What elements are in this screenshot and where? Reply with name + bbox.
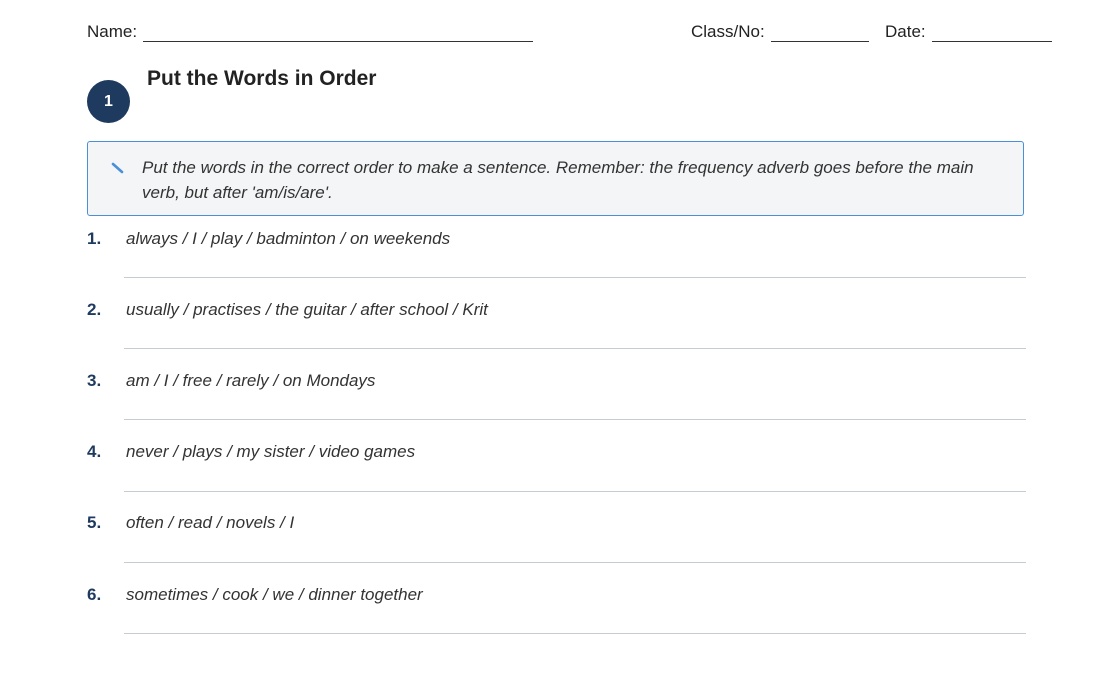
answer-line[interactable] [124,562,1026,563]
item-prompt: always / I / play / badminton / on weeke… [126,229,451,248]
answer-line[interactable] [124,419,1026,420]
answer-line[interactable] [124,491,1026,492]
date-field[interactable]: Date: [885,22,1052,42]
item-number: 3. [87,371,102,390]
answer-line[interactable] [124,348,1026,349]
item-number: 5. [87,513,102,532]
name-field[interactable]: Name: [87,22,534,42]
item-number: 4. [87,442,102,461]
date-label: Date: [885,22,926,41]
class-field[interactable]: Class/No: [691,22,869,42]
section-number-badge: 1 [87,80,130,123]
item-prompt: often / read / novels / I [126,513,295,532]
worksheet-header: Name: Class/No: Date: [87,22,1055,44]
item-prompt: usually / practises / the guitar / after… [126,300,488,319]
item-number: 2. [87,300,102,319]
item-number: 6. [87,585,102,604]
answer-line[interactable] [124,633,1026,634]
pencil-icon [110,160,126,176]
name-label: Name: [87,22,138,41]
name-blank[interactable] [143,25,534,42]
instruction-text: Put the words in the correct order to ma… [142,158,974,202]
class-blank[interactable] [770,25,869,42]
class-label: Class/No: [691,22,765,41]
item-prompt: am / I / free / rarely / on Mondays [126,371,376,390]
date-blank[interactable] [931,25,1052,42]
answer-line[interactable] [124,277,1026,278]
item-number: 1. [87,229,102,248]
item-prompt: sometimes / cook / we / dinner together [126,585,423,604]
instruction-box: Put the words in the correct order to ma… [87,141,1024,216]
section-title: Put the Words in Order [147,67,377,90]
item-prompt: never / plays / my sister / video games [126,442,416,461]
